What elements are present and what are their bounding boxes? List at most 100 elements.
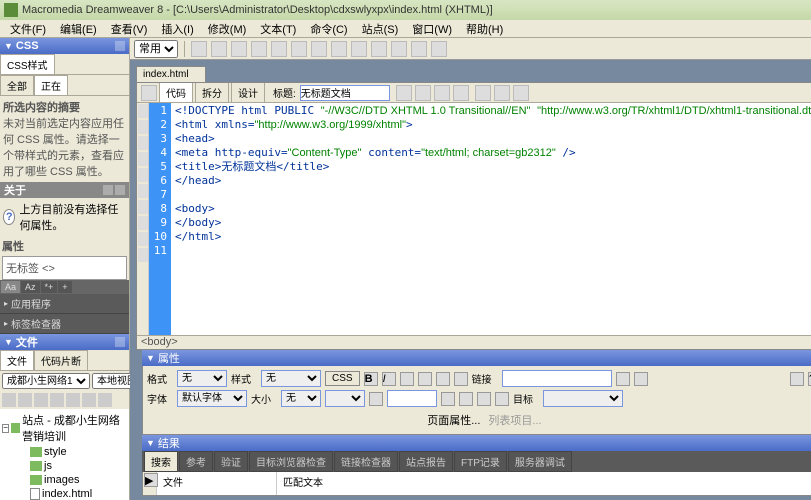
refresh-icon[interactable] (18, 393, 32, 407)
menu-commands[interactable]: 命令(C) (304, 20, 353, 38)
no-browser-check-icon[interactable] (396, 85, 412, 101)
align-center-icon[interactable] (418, 372, 432, 386)
tree-folder-images[interactable]: images (2, 473, 127, 487)
files-tab[interactable]: 文件 (0, 350, 34, 370)
results-tab-search[interactable]: 搜索 (144, 451, 178, 472)
css-panel-header[interactable]: ▼CSS (0, 38, 129, 54)
menu-text[interactable]: 文本(T) (254, 20, 302, 38)
preview-icon[interactable] (453, 85, 469, 101)
results-tab-links[interactable]: 链接检查器 (334, 451, 398, 472)
tag-icon[interactable] (431, 41, 447, 57)
results-run-icon[interactable]: ▶ (144, 473, 158, 487)
tree-root[interactable]: −站点 - 成都小生网络营销培训 (2, 411, 127, 445)
tag-inspector-panel[interactable]: 标签检查器 (0, 314, 129, 334)
refresh-design-icon[interactable] (475, 85, 491, 101)
tree-file-index[interactable]: index.html (2, 487, 127, 500)
page-properties-button[interactable]: 页面属性... (427, 412, 480, 428)
align-justify-icon[interactable] (454, 372, 468, 386)
file-mgmt-icon[interactable] (434, 85, 450, 101)
date-icon[interactable] (311, 41, 327, 57)
checkout-icon[interactable] (66, 393, 80, 407)
style-select[interactable]: 无 (261, 370, 321, 387)
code-view-button[interactable]: 代码 (159, 82, 193, 103)
results-tab-browser[interactable]: 目标浏览器检查 (249, 451, 333, 472)
title-input[interactable] (300, 85, 390, 101)
media-icon[interactable] (291, 41, 307, 57)
hyperlink-icon[interactable] (191, 41, 207, 57)
files-panel-header[interactable]: ▼文件 (0, 334, 129, 350)
panel-menu-icon[interactable] (115, 41, 125, 51)
color-input[interactable] (387, 390, 437, 407)
menu-insert[interactable]: 插入(I) (155, 20, 199, 38)
results-tab-ref[interactable]: 参考 (179, 451, 213, 472)
script-icon[interactable] (391, 41, 407, 57)
results-tab-validate[interactable]: 验证 (214, 451, 248, 472)
connect-icon[interactable] (2, 393, 16, 407)
server-icon[interactable] (331, 41, 347, 57)
size-unit[interactable] (325, 390, 365, 407)
head-icon[interactable] (371, 41, 387, 57)
document-tab[interactable]: index.html (136, 66, 206, 82)
tree-folder-style[interactable]: style (2, 445, 127, 459)
view-options-icon[interactable] (494, 85, 510, 101)
outdent-icon[interactable] (477, 392, 491, 406)
template-icon[interactable] (411, 41, 427, 57)
code-editor[interactable]: 1234567891011 <!DOCTYPE html PUBLIC "-//… (137, 103, 811, 335)
visual-aids-icon[interactable] (513, 85, 529, 101)
ol-icon[interactable] (459, 392, 473, 406)
font-select[interactable]: 默认字体 (177, 390, 247, 407)
italic-icon[interactable]: I (382, 372, 396, 386)
css-current-tab[interactable]: 正在 (34, 75, 68, 95)
site-select[interactable]: 成都小生网络1 (2, 373, 90, 389)
menu-view[interactable]: 查看(V) (105, 20, 154, 38)
anchor-icon[interactable] (231, 41, 247, 57)
email-icon[interactable] (211, 41, 227, 57)
menu-window[interactable]: 窗口(W) (406, 20, 458, 38)
put-icon[interactable] (50, 393, 64, 407)
checkin-icon[interactable] (82, 393, 96, 407)
get-icon[interactable] (34, 393, 48, 407)
snippets-tab[interactable]: 代码片断 (34, 350, 88, 370)
format-select[interactable]: 无 (177, 370, 227, 387)
view-icon[interactable] (141, 85, 157, 101)
link-folder-icon[interactable] (616, 372, 630, 386)
expand-icon[interactable] (98, 393, 112, 407)
quick-tag-icon[interactable] (790, 372, 804, 386)
left-sidebar: ▼CSS CSS样式 全部正在 所选内容的摘要 未对当前选定内容应用任何 CSS… (0, 38, 130, 500)
align-right-icon[interactable] (436, 372, 450, 386)
results-tab-ftp[interactable]: FTP记录 (454, 451, 507, 472)
indent-icon[interactable] (495, 392, 509, 406)
properties-header[interactable]: ▼属性 (142, 350, 811, 366)
results-header[interactable]: ▼结果 (142, 435, 811, 451)
tag-selector[interactable]: <body> (137, 335, 811, 349)
split-view-button[interactable]: 拆分 (195, 82, 229, 103)
menu-file[interactable]: 文件(F) (4, 20, 52, 38)
menu-help[interactable]: 帮助(H) (460, 20, 509, 38)
results-tab-site[interactable]: 站点报告 (399, 451, 453, 472)
target-select[interactable] (543, 390, 623, 407)
size-select[interactable]: 无 (281, 390, 321, 407)
about-header[interactable]: 关于 (0, 182, 129, 198)
menu-site[interactable]: 站点(S) (356, 20, 405, 38)
css-styles-tab[interactable]: CSS样式 (0, 54, 55, 74)
table-icon[interactable] (251, 41, 267, 57)
link-point-icon[interactable] (634, 372, 648, 386)
menu-modify[interactable]: 修改(M) (202, 20, 253, 38)
design-view-button[interactable]: 设计 (231, 82, 265, 103)
applications-panel[interactable]: 应用程序 (0, 294, 129, 314)
image-icon[interactable] (271, 41, 287, 57)
ul-icon[interactable] (441, 392, 455, 406)
tree-folder-js[interactable]: js (2, 459, 127, 473)
validate-icon[interactable] (415, 85, 431, 101)
comment-icon[interactable] (351, 41, 367, 57)
insert-category[interactable]: 常用 (134, 40, 178, 58)
css-all-tab[interactable]: 全部 (0, 75, 34, 95)
bold-icon[interactable]: B (364, 372, 378, 386)
link-input[interactable] (502, 370, 612, 387)
align-left-icon[interactable] (400, 372, 414, 386)
css-button[interactable]: CSS (325, 371, 360, 386)
menu-edit[interactable]: 编辑(E) (54, 20, 103, 38)
results-tab-server[interactable]: 服务器调试 (508, 451, 572, 472)
code-text[interactable]: <!DOCTYPE html PUBLIC "-//W3C//DTD XHTML… (171, 103, 811, 335)
color-icon[interactable] (369, 392, 383, 406)
